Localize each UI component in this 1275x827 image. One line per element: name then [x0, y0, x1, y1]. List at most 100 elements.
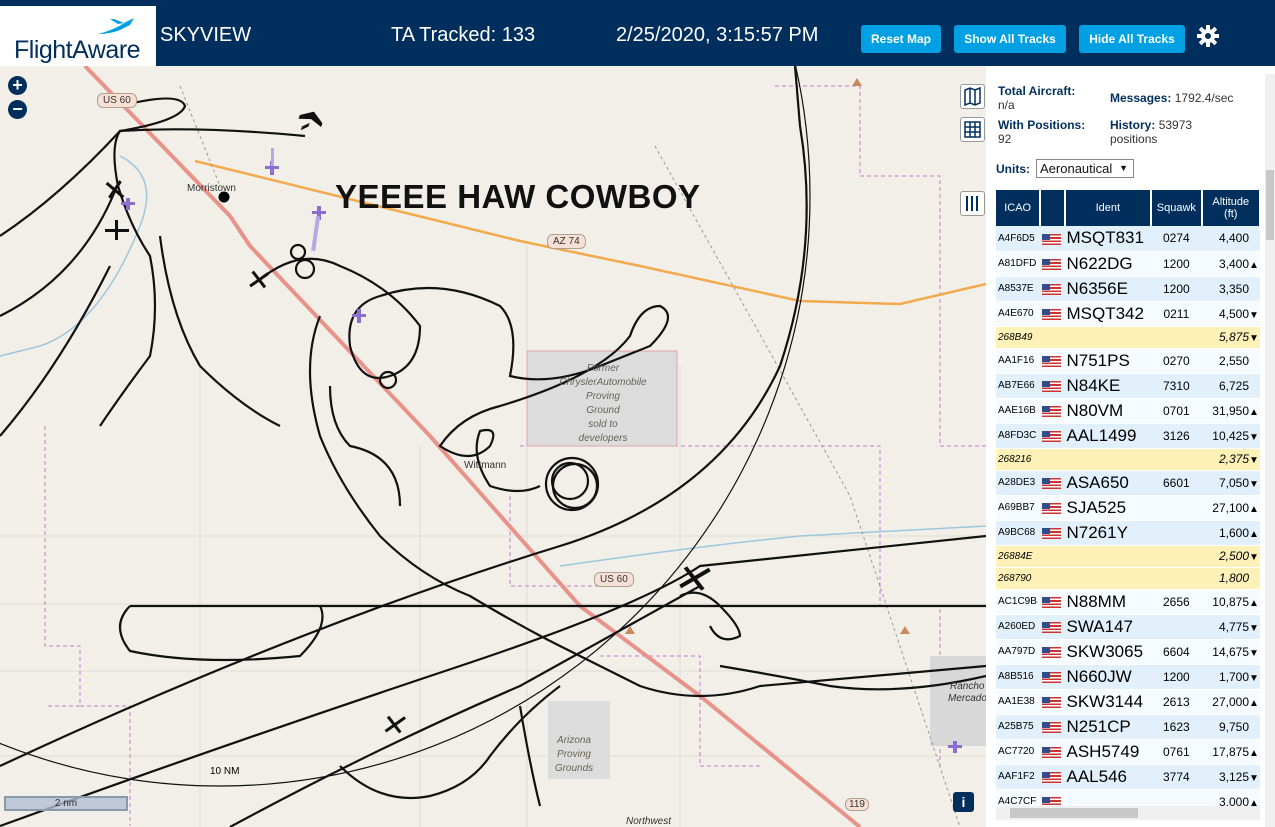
- table-row[interactable]: A8537E N6356E 1200 3,350: [996, 276, 1260, 302]
- horizontal-scroll-thumb[interactable]: [1010, 808, 1138, 818]
- squawk-cell: [1151, 545, 1202, 568]
- squawk-cell: 1200: [1151, 664, 1202, 690]
- altitude-cell: 2,500▼: [1201, 545, 1260, 568]
- ident-cell: N660JW: [1064, 664, 1152, 690]
- table-row[interactable]: A8B516 N660JW 1200 1,700▼: [996, 664, 1260, 690]
- gear-icon[interactable]: [1196, 24, 1220, 48]
- squawk-cell: 3126: [1151, 423, 1202, 449]
- flag-cell: [1040, 326, 1065, 349]
- arizona-proving-grounds-label: Arizona Proving Grounds: [554, 735, 594, 774]
- us-flag-icon: [1042, 596, 1062, 608]
- altitude-trend-icon: ▼: [1249, 552, 1259, 563]
- altitude-cell: 3,400▲: [1201, 251, 1260, 277]
- icao-cell: 268B49: [996, 326, 1041, 349]
- show-all-tracks-button[interactable]: Show All Tracks: [954, 25, 1066, 53]
- hide-all-tracks-button[interactable]: Hide All Tracks: [1079, 25, 1185, 53]
- table-row[interactable]: AA797D SKW3065 6604 14,675▼: [996, 639, 1260, 665]
- altitude-value: 10,875: [1212, 594, 1249, 609]
- table-row[interactable]: AAE16B N80VM 0701 31,950▲: [996, 398, 1260, 424]
- place-label-morristown: Morristown: [187, 183, 236, 194]
- ident-cell: AAL1499: [1064, 423, 1152, 449]
- zoom-out-button[interactable]: −: [8, 100, 27, 119]
- icao-cell: A4F6D5: [996, 226, 1041, 252]
- table-row[interactable]: A69BB7 SJA525 27,100▲: [996, 495, 1260, 521]
- flightaware-logo[interactable]: FlightAware: [0, 6, 156, 66]
- altitude-trend-icon: ▼: [1249, 647, 1259, 659]
- table-row[interactable]: A4E670 MSQT342 0211 4,500▼: [996, 301, 1260, 327]
- table-row[interactable]: AC1C9B N88MM 2656 10,875▲: [996, 589, 1260, 615]
- us-flag-icon: [1042, 771, 1062, 783]
- zoom-in-button[interactable]: +: [8, 76, 27, 95]
- map-view[interactable]: + − YEEEE HAW COWBOY Morristown Wittmann…: [0, 66, 986, 827]
- faded-aircraft-markers[interactable]: [121, 161, 962, 753]
- icao-cell: AA1E38: [996, 689, 1041, 715]
- icao-cell: A25B75: [996, 714, 1041, 740]
- altitude-value: 4,400: [1218, 231, 1249, 246]
- flag-cell: [1040, 348, 1065, 374]
- table-row[interactable]: A8FD3C AAL1499 3126 10,425▼: [996, 423, 1260, 449]
- altitude-cell: 3,350: [1201, 276, 1260, 302]
- ident-cell: N251CP: [1064, 714, 1152, 740]
- table-row[interactable]: A25B75 N251CP 1623 9,750: [996, 714, 1260, 740]
- map-grid-button[interactable]: [960, 117, 985, 142]
- icao-cell: A8537E: [996, 276, 1041, 302]
- table-row[interactable]: A4F6D5 MSQT831 0274 4,400: [996, 226, 1260, 252]
- altitude-cell: 1,600▲: [1201, 520, 1260, 546]
- icao-cell: A9BC68: [996, 520, 1041, 546]
- altitude-trend-icon: ▲: [1249, 697, 1259, 709]
- with-positions-stat: With Positions: 92: [998, 118, 1086, 146]
- column-header-squawk[interactable]: Squawk: [1151, 190, 1203, 226]
- table-row[interactable]: A260ED SWA147 4,775▼: [996, 614, 1260, 640]
- altitude-value: 7,050: [1218, 475, 1249, 490]
- ident-cell: SWA147: [1064, 614, 1152, 640]
- proving-ground-label: Former ChryslerAutomobile Proving Ground so…: [559, 363, 647, 444]
- table-row[interactable]: AA1F16 N751PS 0270 2,550: [996, 348, 1260, 374]
- column-header-altitude[interactable]: Altitude (ft): [1201, 190, 1262, 226]
- info-button[interactable]: i: [953, 792, 974, 812]
- squawk-cell: 6601: [1151, 470, 1202, 496]
- flag-cell: [1040, 301, 1065, 327]
- squawk-cell: 2656: [1151, 589, 1202, 615]
- column-header-flag[interactable]: [1040, 190, 1066, 226]
- aircraft-icon: [105, 220, 129, 240]
- ident-cell: SKW3065: [1064, 639, 1152, 665]
- table-row[interactable]: 268216 2,375▼: [996, 448, 1260, 471]
- ident-cell: [1064, 567, 1152, 590]
- altitude-value: 1,800: [1218, 571, 1249, 585]
- squawk-cell: 1623: [1151, 714, 1202, 740]
- column-header-icao[interactable]: ICAO: [996, 190, 1042, 226]
- road-label-119: 119: [845, 798, 869, 811]
- logo-text: FlightAware: [14, 36, 141, 64]
- column-header-ident[interactable]: Ident: [1064, 190, 1153, 226]
- vertical-scroll-thumb[interactable]: [1266, 170, 1274, 240]
- table-row[interactable]: A9BC68 N7261Y 1,600▲: [996, 520, 1260, 546]
- table-row[interactable]: 268B49 5,875▼: [996, 326, 1260, 349]
- altitude-cell: 4,400: [1201, 226, 1260, 252]
- table-row[interactable]: A28DE3 ASA650 6601 7,050▼: [996, 470, 1260, 496]
- us-flag-icon: [1042, 721, 1062, 733]
- table-row[interactable]: AB7E66 N84KE 7310 6,725: [996, 373, 1260, 399]
- altitude-cell: 3,125▼: [1201, 764, 1260, 790]
- flag-cell: [1040, 714, 1065, 740]
- units-select[interactable]: Aeronautical ▼: [1036, 159, 1134, 178]
- squawk-cell: 7310: [1151, 373, 1202, 399]
- flag-cell: [1040, 448, 1065, 471]
- table-row[interactable]: A81DFD N622DG 1200 3,400▲: [996, 251, 1260, 277]
- flag-cell: [1040, 276, 1065, 302]
- ident-cell: N84KE: [1064, 373, 1152, 399]
- clock: 2/25/2020, 3:15:57 PM: [616, 24, 819, 46]
- table-row[interactable]: AC7720 ASH5749 0761 17,875▲: [996, 739, 1260, 765]
- ident-cell: [1064, 545, 1152, 568]
- map-layers-button[interactable]: [960, 84, 985, 109]
- squawk-cell: 0761: [1151, 739, 1202, 765]
- toggle-sidebar-button[interactable]: [960, 191, 985, 216]
- table-row[interactable]: AAF1F2 AAL546 3774 3,125▼: [996, 764, 1260, 790]
- table-row[interactable]: 268790 1,800: [996, 567, 1260, 590]
- table-row[interactable]: AA1E38 SKW3144 2613 27,000▲: [996, 689, 1260, 715]
- reset-map-button[interactable]: Reset Map: [861, 25, 941, 53]
- ident-cell: [1064, 326, 1152, 349]
- table-row[interactable]: 26884E 2,500▼: [996, 545, 1260, 568]
- icao-cell: A28DE3: [996, 470, 1041, 496]
- icao-cell: A69BB7: [996, 495, 1041, 521]
- altitude-cell: 9,750: [1201, 714, 1260, 740]
